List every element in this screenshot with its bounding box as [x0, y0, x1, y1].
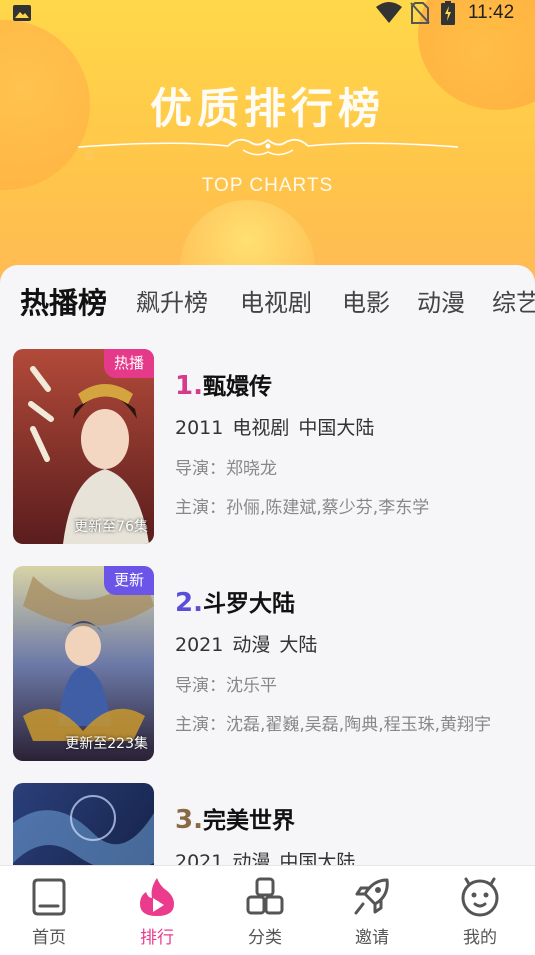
item-region: 中国大陆 — [298, 417, 375, 439]
rank-number: 1. — [175, 371, 203, 401]
list-item[interactable]: 3.完美世界 2021 动漫 中国大陆 — [0, 783, 535, 865]
ranking-panel: 热播榜 飙升榜 电视剧 电影 动漫 综艺 热播 更新至76集 1.甄嬛传 201… — [0, 265, 535, 865]
category-icon — [246, 877, 284, 915]
tab-movie[interactable]: 电影 — [342, 283, 390, 318]
item-region: 大陆 — [279, 634, 318, 656]
nav-ranking[interactable]: 排行 — [117, 876, 197, 948]
badge-new: 更新 — [103, 566, 154, 595]
tab-anime[interactable]: 动漫 — [417, 283, 465, 318]
status-bar: 11:42 — [0, 0, 535, 28]
bottom-navigation: 首页 排行 分类 邀请 我的 — [0, 865, 535, 955]
nav-label: 我的 — [463, 928, 497, 948]
item-info: 2.斗罗大陆 2021 动漫 大陆 导演：沈乐平 主演：沈磊,翟巍,吴磊,陶典,程玉… — [175, 584, 535, 735]
wifi-icon — [376, 2, 402, 23]
nav-home[interactable]: 首页 — [9, 876, 89, 948]
item-cast: 主演：沈磊,翟巍,吴磊,陶典,程玉珠,黄翔宇 — [175, 715, 492, 735]
nav-category[interactable]: 分类 — [225, 876, 305, 948]
tab-rising[interactable]: 飙升榜 — [136, 283, 208, 318]
list-item[interactable]: 热播 更新至76集 1.甄嬛传 2011 电视剧 中国大陆 导演：郑晓龙 主演：孙俪… — [0, 349, 535, 549]
tab-hot[interactable]: 热播榜 — [20, 280, 107, 322]
battery-charging-icon — [441, 1, 455, 25]
list-item[interactable]: 更新 更新至223集 2.斗罗大陆 2021 动漫 大陆 导演：沈乐平 主演：沈磊,… — [0, 566, 535, 766]
nav-label: 排行 — [140, 928, 174, 948]
tab-tv[interactable]: 电视剧 — [240, 283, 312, 318]
item-genre: 动漫 — [232, 634, 271, 656]
item-year: 2021 — [175, 634, 224, 656]
face-icon — [461, 877, 499, 917]
rank-number: 3. — [175, 805, 203, 835]
nav-label: 首页 — [32, 928, 66, 948]
flourish-divider-icon — [78, 138, 458, 156]
item-genre: 动漫 — [232, 851, 271, 865]
item-meta: 2021 动漫 中国大陆 — [175, 847, 535, 865]
item-meta: 2011 电视剧 中国大陆 — [175, 413, 535, 440]
home-icon — [32, 878, 66, 916]
item-info: 1.甄嬛传 2011 电视剧 中国大陆 导演：郑晓龙 主演：孙俪,陈建斌,蔡少芬,李… — [175, 367, 535, 518]
banner-subtitle: TOP CHARTS — [201, 175, 334, 196]
item-director: 导演：郑晓龙 — [175, 459, 277, 479]
no-sim-icon — [410, 2, 430, 24]
badge-hot: 热播 — [103, 349, 154, 378]
item-title: 甄嬛传 — [202, 374, 272, 400]
item-region: 中国大陆 — [279, 851, 356, 865]
rocket-icon — [354, 878, 389, 915]
banner-title: 优质排行榜 — [149, 84, 385, 133]
item-year: 2021 — [175, 851, 224, 865]
nav-profile[interactable]: 我的 — [440, 876, 520, 948]
item-title: 斗罗大陆 — [202, 591, 295, 617]
top-charts-banner: 优质排行榜 TOP CHARTS — [0, 0, 535, 300]
nav-label: 邀请 — [355, 928, 389, 948]
item-cast: 主演：孙俪,陈建斌,蔡少芬,李东学 — [175, 498, 430, 518]
item-year: 2011 — [175, 417, 224, 439]
item-director: 导演：沈乐平 — [175, 676, 277, 696]
poster-image[interactable] — [13, 783, 154, 865]
tab-variety[interactable]: 综艺 — [492, 283, 535, 318]
poster-image[interactable]: 热播 更新至76集 — [13, 349, 154, 544]
gallery-icon — [13, 5, 31, 21]
poster-image[interactable]: 更新 更新至223集 — [13, 566, 154, 761]
rank-number: 2. — [175, 588, 203, 618]
flame-play-icon — [140, 878, 174, 916]
episode-update: 更新至76集 — [74, 519, 148, 535]
nav-label: 分类 — [248, 928, 282, 948]
item-info: 3.完美世界 2021 动漫 中国大陆 — [175, 801, 535, 865]
episode-update: 更新至223集 — [65, 736, 148, 752]
nav-invite[interactable]: 邀请 — [332, 876, 412, 948]
item-genre: 电视剧 — [232, 417, 290, 439]
clock: 11:42 — [468, 2, 515, 23]
category-tabs: 热播榜 飙升榜 电视剧 电影 动漫 综艺 — [0, 283, 535, 323]
item-title: 完美世界 — [202, 808, 295, 834]
item-meta: 2021 动漫 大陆 — [175, 630, 535, 657]
